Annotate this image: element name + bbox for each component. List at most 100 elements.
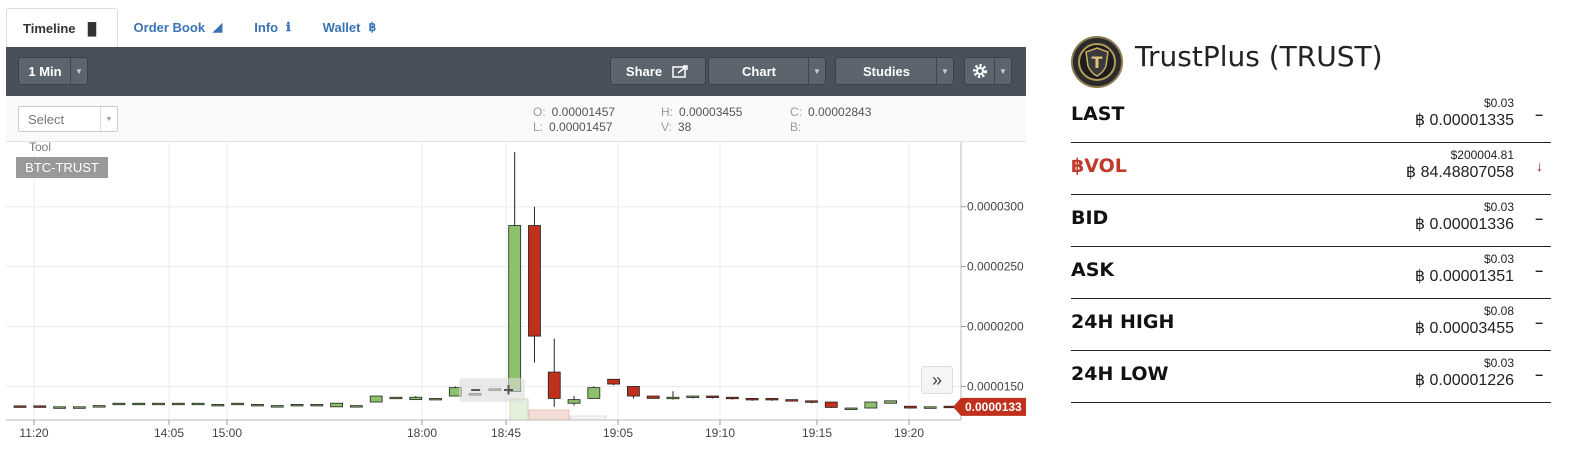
chevron-down-icon: ▼	[100, 107, 117, 131]
tool-label: Tool	[29, 140, 52, 154]
ohlc-b: B:	[790, 120, 807, 134]
bitcoin-icon: ฿	[368, 20, 377, 34]
ohlc-key: C:	[790, 105, 802, 119]
bitcoin-icon: ฿	[1414, 372, 1426, 389]
stat-usd-value: $200004.81	[1450, 148, 1514, 162]
candle-body	[112, 402, 126, 406]
share-button[interactable]: Share	[610, 57, 706, 85]
ohlc-low: L: 0.00001457	[533, 120, 612, 134]
stat-usd-value: $0.03	[1483, 96, 1514, 110]
x-tick-label: 19:05	[603, 426, 633, 440]
studies-dropdown[interactable]: Studies ▼	[835, 57, 954, 85]
zoom-out-button[interactable]: −	[470, 380, 481, 401]
select-placeholder: Select	[28, 112, 65, 127]
chart-toolbar: 1 Min ▼ Share Chart ▼ Studies ▼ ▼	[6, 47, 1026, 96]
candle-body	[785, 399, 799, 402]
stat-row: 24H HIGH $0.08 ฿ 0.00003455 –	[1071, 298, 1551, 351]
chart-type-label: Chart	[742, 63, 776, 79]
x-tick-label: 14:05	[154, 426, 184, 440]
stat-row: ฿VOL $200004.81 ฿ 84.48807058 ↓	[1071, 142, 1551, 195]
zoom-in-button[interactable]: +	[503, 380, 514, 401]
candle-body	[923, 406, 937, 409]
stat-label: ASK	[1071, 259, 1115, 281]
dash-icon: –	[1535, 314, 1543, 330]
stat-btc-value: ฿ 0.00001226	[1415, 370, 1514, 390]
tab-info[interactable]: Info ℹ	[238, 8, 306, 46]
candle-body	[646, 395, 660, 399]
tab-label: Info	[254, 19, 279, 35]
ohlc-volume: V: 38	[661, 120, 691, 134]
candle-body	[132, 402, 146, 406]
stat-btc-number: 0.00003455	[1429, 320, 1514, 337]
arrow-down-icon: ↓	[1536, 158, 1543, 174]
candle-body	[369, 395, 383, 403]
candle-body	[389, 396, 403, 400]
coin-title: TrustPlus (TRUST)	[1135, 40, 1383, 73]
interval-label: 1 Min	[28, 63, 62, 79]
stat-usd-value: $0.08	[1483, 304, 1514, 318]
candle-body	[33, 405, 47, 408]
scroll-right-button[interactable]: »	[921, 366, 953, 394]
candle-body	[864, 401, 878, 409]
candle-body	[330, 402, 343, 408]
stat-row: LAST $0.03 ฿ 0.00001335 –	[1071, 90, 1551, 143]
stat-row: 24H LOW $0.03 ฿ 0.00001226–	[1071, 350, 1551, 403]
coin-logo: T	[1071, 36, 1123, 88]
bitcoin-icon: ฿	[1414, 320, 1426, 337]
interval-dropdown[interactable]: 1 Min ▼	[18, 57, 88, 85]
candle-body	[686, 395, 700, 398]
stat-btc-number: 0.00001335	[1429, 112, 1514, 129]
candle-body	[706, 395, 719, 398]
candle-body	[13, 405, 27, 408]
ohlc-value: 0.00002843	[808, 105, 872, 119]
volume-bar	[509, 398, 529, 421]
candle-body	[745, 398, 759, 401]
stat-btc-number: 0.00001336	[1429, 216, 1514, 233]
candle-body	[171, 402, 185, 406]
tool-select[interactable]: Select ▼	[18, 106, 118, 132]
candle-body	[349, 405, 363, 408]
stat-row: ASK $0.03 ฿ 0.00001351–	[1071, 246, 1551, 299]
y-tick-label: 0.0000250	[967, 260, 1024, 274]
stat-btc-number: 0.00001226	[1429, 372, 1514, 389]
chevron-down-icon: ▼	[936, 58, 953, 84]
tab-wallet[interactable]: Wallet ฿	[307, 8, 392, 46]
candle-body	[409, 396, 423, 401]
share-icon	[672, 65, 688, 78]
settings-dropdown[interactable]: ▼	[964, 57, 1012, 85]
dash-icon: –	[1535, 366, 1543, 382]
candle-body	[251, 404, 264, 407]
stat-label: LAST	[1071, 103, 1125, 125]
candle-body	[211, 404, 225, 407]
dash-icon: –	[1535, 262, 1543, 278]
chart-type-dropdown[interactable]: Chart ▼	[708, 57, 826, 85]
double-chevron-right-icon: »	[931, 369, 942, 390]
candle-body	[152, 402, 165, 406]
tab-timeline[interactable]: Timeline ▐▌	[6, 8, 118, 48]
stat-btc-value: ฿ 84.48807058	[1406, 162, 1514, 182]
ohlc-key: H:	[661, 105, 673, 119]
ohlc-open: O: 0.00001457	[533, 105, 615, 119]
tab-label: Wallet	[322, 19, 361, 35]
tab-label: Timeline	[23, 21, 76, 36]
ohlc-close: C: 0.00002843	[790, 105, 871, 119]
stat-label: 24H HIGH	[1071, 311, 1175, 333]
y-tick-label: 0.0000300	[967, 200, 1024, 214]
candle-body	[805, 400, 818, 403]
bitcoin-icon: ฿	[1414, 112, 1426, 129]
chart-subbar: Select ▼ O: 0.00001457 L: 0.00001457 H: 0.0…	[6, 96, 1026, 142]
candle-body	[290, 404, 304, 407]
candle-body	[607, 378, 621, 385]
price-chart[interactable]: 0.0000300 0.0000250 0.0000200 0.0000150 11:2…	[6, 142, 1026, 450]
tab-order-book[interactable]: Order Book ◢	[118, 8, 239, 46]
bitcoin-icon: ฿	[1414, 216, 1426, 233]
candle-body	[567, 399, 581, 404]
y-tick-label: 0.0000150	[967, 379, 1024, 393]
x-tick-label: 18:45	[491, 426, 521, 440]
dash-icon: –	[1535, 106, 1543, 122]
candle-body	[725, 396, 739, 400]
candle-body	[508, 225, 522, 393]
candle-body	[72, 406, 86, 409]
last-price-label: 0.0000133	[965, 400, 1022, 414]
stat-btc-value: ฿ 0.00001336	[1415, 214, 1514, 234]
